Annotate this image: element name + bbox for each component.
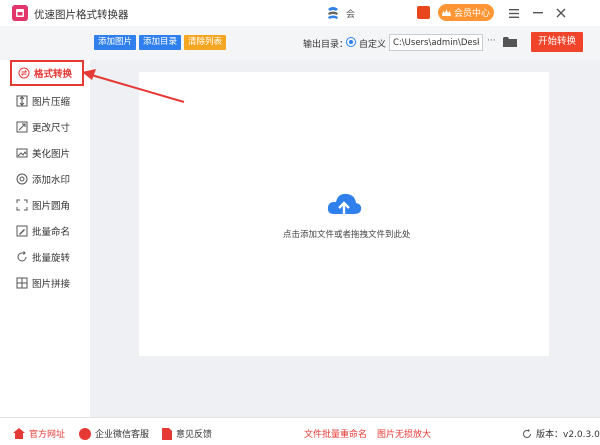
folder-icon[interactable] bbox=[503, 36, 517, 48]
output-dir-label: 输出目录： bbox=[303, 40, 349, 50]
output-path-input[interactable] bbox=[389, 34, 483, 51]
rename-icon bbox=[16, 225, 28, 237]
crown-icon bbox=[441, 8, 451, 16]
wechat-icon bbox=[79, 427, 91, 440]
batch-rename-link[interactable]: 文件批量重命名 bbox=[304, 427, 367, 440]
app-logo-icon bbox=[12, 5, 28, 21]
more-button[interactable]: ··· bbox=[487, 36, 496, 46]
cloud-upload-icon[interactable] bbox=[326, 190, 362, 224]
drop-hint-text: 点击添加文件或者拖拽文件到此处 bbox=[283, 230, 411, 240]
footer-bar: 官方网址 企业微信客服 意见反馈 文件批量重命名 图片无损放大 版本：v2.0.… bbox=[0, 417, 600, 445]
start-convert-button[interactable]: 开始转换 bbox=[531, 32, 583, 52]
refresh-icon bbox=[523, 428, 531, 438]
minimize-icon[interactable] bbox=[530, 5, 546, 21]
lossless-enlarge-link[interactable]: 图片无损放大 bbox=[377, 427, 431, 440]
sidebar-item-label: 格式转换 bbox=[34, 69, 73, 80]
user-name[interactable]: 会 bbox=[346, 7, 355, 20]
website-label: 官方网址 bbox=[29, 430, 66, 440]
sidebar-item-watermark[interactable]: 添加水印 bbox=[10, 167, 84, 191]
user-avatar-icon[interactable] bbox=[325, 5, 341, 21]
custom-radio-label[interactable]: 自定义 bbox=[359, 37, 386, 50]
title-bar: 优速图片格式转换器 会 会员中心 bbox=[0, 0, 600, 26]
resize-icon bbox=[16, 121, 28, 133]
convert-icon bbox=[18, 67, 30, 79]
sidebar-item-label: 美化图片 bbox=[32, 149, 71, 160]
watermark-icon bbox=[16, 173, 28, 185]
sidebar-item-label: 添加水印 bbox=[32, 175, 71, 186]
wechat-label: 企业微信客服 bbox=[95, 430, 150, 440]
website-link[interactable]: 官方网址 bbox=[13, 427, 65, 440]
sidebar-item-format-convert[interactable]: 格式转换 bbox=[10, 60, 84, 86]
feedback-label: 意见反馈 bbox=[176, 430, 213, 440]
home-icon bbox=[13, 428, 25, 439]
member-center-button[interactable]: 会员中心 bbox=[438, 4, 494, 21]
compress-icon bbox=[16, 95, 28, 107]
round-corner-icon bbox=[16, 199, 28, 211]
version-label: 版本：v2.0.3.0 bbox=[536, 430, 600, 440]
sidebar-item-label: 图片压缩 bbox=[32, 97, 71, 108]
menu-icon[interactable] bbox=[506, 5, 522, 21]
wechat-service-link[interactable]: 企业微信客服 bbox=[79, 427, 149, 440]
version-info: 版本：v2.0.3.0 bbox=[522, 427, 600, 440]
sidebar-item-compress[interactable]: 图片压缩 bbox=[10, 89, 84, 113]
sidebar-item-batch-rename[interactable]: 批量命名 bbox=[10, 219, 84, 243]
app-title: 优速图片格式转换器 bbox=[34, 9, 129, 21]
sidebar: 格式转换 图片压缩 更改尺寸 美化图片 添加水印 图片圆角 批量命名 批量旋转 … bbox=[0, 60, 90, 417]
add-image-button[interactable]: 添加图片 bbox=[94, 35, 137, 50]
toolbar: 添加图片 添加目录 清除列表 输出目录： 自定义 ··· 开始转换 bbox=[0, 26, 600, 60]
sidebar-item-round-corner[interactable]: 图片圆角 bbox=[10, 193, 84, 217]
beautify-icon bbox=[16, 147, 28, 159]
add-folder-button[interactable]: 添加目录 bbox=[139, 35, 182, 50]
rotate-icon bbox=[16, 251, 28, 263]
sidebar-item-stitch[interactable]: 图片拼接 bbox=[10, 271, 84, 295]
stitch-icon bbox=[16, 277, 28, 289]
sidebar-item-label: 批量旋转 bbox=[32, 253, 71, 264]
member-center-label: 会员中心 bbox=[453, 9, 490, 19]
sidebar-item-label: 更改尺寸 bbox=[32, 123, 71, 134]
sidebar-item-label: 批量命名 bbox=[32, 227, 71, 238]
custom-radio[interactable] bbox=[346, 37, 356, 47]
clear-list-button[interactable]: 清除列表 bbox=[184, 35, 227, 50]
sidebar-item-batch-rotate[interactable]: 批量旋转 bbox=[10, 245, 84, 269]
vip-icon[interactable] bbox=[417, 6, 430, 19]
sidebar-item-resize[interactable]: 更改尺寸 bbox=[10, 115, 84, 139]
sidebar-item-label: 图片拼接 bbox=[32, 279, 71, 290]
feedback-link[interactable]: 意见反馈 bbox=[162, 427, 212, 440]
close-icon[interactable] bbox=[553, 5, 569, 21]
annotation-arrow bbox=[82, 69, 185, 103]
sidebar-item-label: 图片圆角 bbox=[32, 201, 71, 212]
feedback-icon bbox=[162, 427, 172, 440]
sidebar-item-beautify[interactable]: 美化图片 bbox=[10, 141, 84, 165]
